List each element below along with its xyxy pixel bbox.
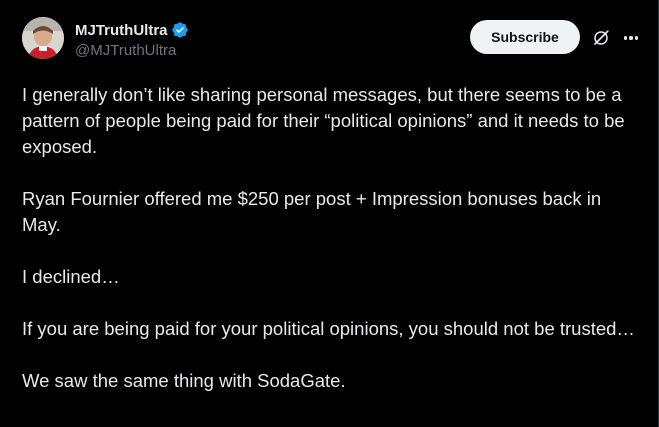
more-icon[interactable]: [619, 26, 643, 50]
author-block[interactable]: MJTruthUltra @MJTruthUltra: [75, 20, 189, 59]
more-dot: [635, 36, 639, 40]
post-paragraph: Ryan Fournier offered me $250 per post +…: [22, 188, 602, 235]
more-dot: [629, 36, 633, 40]
post-header: MJTruthUltra @MJTruthUltra Subscribe: [22, 14, 645, 64]
post-paragraph: We saw the same thing with SodaGate.: [22, 370, 346, 391]
display-name[interactable]: MJTruthUltra: [75, 22, 168, 39]
name-row: MJTruthUltra: [75, 20, 189, 40]
grok-icon[interactable]: [592, 29, 610, 47]
post-paragraph: I declined…: [22, 266, 120, 287]
post-text: I generally don’t like sharing personal …: [22, 82, 637, 420]
post-paragraph: If you are being paid for your political…: [22, 318, 635, 339]
post-paragraph: I generally don’t like sharing personal …: [22, 84, 625, 157]
verified-badge-icon[interactable]: [171, 21, 189, 39]
avatar[interactable]: [22, 17, 64, 59]
handle[interactable]: @MJTruthUltra: [75, 42, 189, 59]
subscribe-button[interactable]: Subscribe: [470, 20, 580, 54]
avatar-image: [22, 17, 64, 59]
more-dot: [623, 36, 627, 40]
